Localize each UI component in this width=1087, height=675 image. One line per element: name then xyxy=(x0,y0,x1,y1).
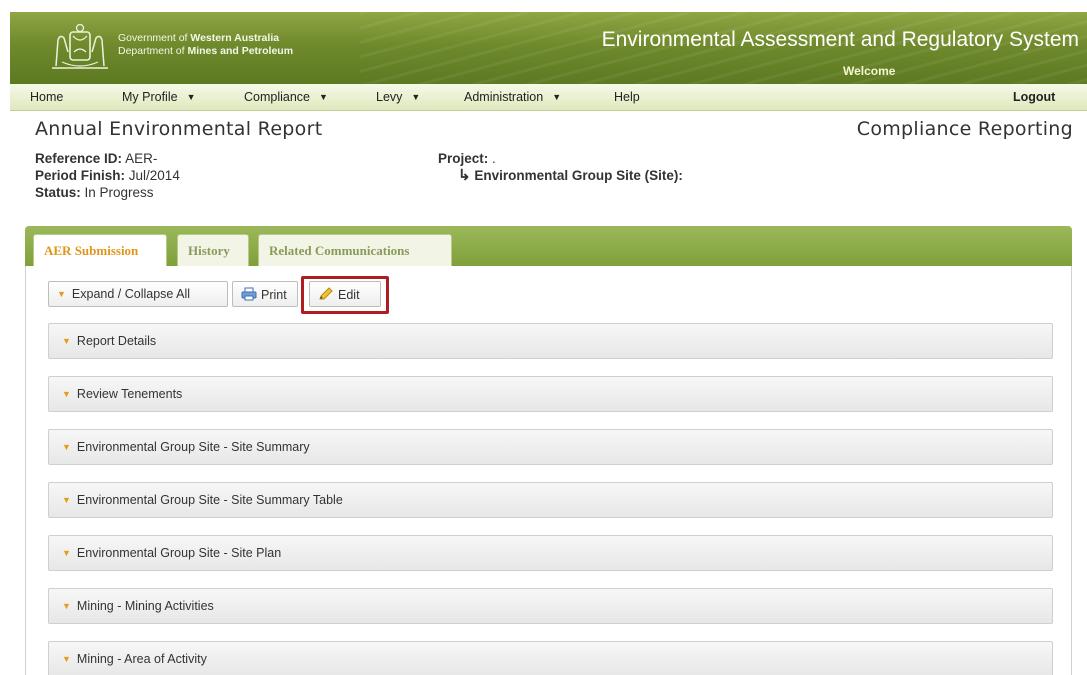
caret-down-icon: ▼ xyxy=(62,548,71,558)
tab-bar: AER Submission History Related Communica… xyxy=(25,226,1072,266)
caret-down-icon: ▼ xyxy=(62,389,71,399)
nav-my-profile[interactable]: My Profile ▼ xyxy=(122,90,196,104)
caret-down-icon: ▼ xyxy=(319,92,328,102)
print-button[interactable]: Print xyxy=(232,281,298,307)
section-mining-activities[interactable]: ▼ Mining - Mining Activities xyxy=(48,588,1053,624)
nav-help[interactable]: Help xyxy=(614,90,640,104)
period-finish: Period Finish: Jul/2014 xyxy=(35,168,180,183)
section-site-summary-table[interactable]: ▼ Environmental Group Site - Site Summary… xyxy=(48,482,1053,518)
system-title: Environmental Assessment and Regulatory … xyxy=(601,28,1079,51)
page-title: Annual Environmental Report xyxy=(35,118,323,140)
expand-collapse-button[interactable]: ▼ Expand / Collapse All xyxy=(48,281,228,307)
main-nav: Home My Profile ▼ Compliance ▼ Levy ▼ Admin… xyxy=(10,84,1087,111)
section-site-summary[interactable]: ▼ Environmental Group Site - Site Summary xyxy=(48,429,1053,465)
caret-down-icon: ▼ xyxy=(62,336,71,346)
tab-related-communications[interactable]: Related Communications xyxy=(258,234,452,266)
printer-icon xyxy=(241,287,257,301)
section-area-of-activity[interactable]: ▼ Mining - Area of Activity xyxy=(48,641,1053,675)
caret-down-icon: ▼ xyxy=(411,92,421,102)
return-arrow-icon: ↳ xyxy=(458,167,471,184)
caret-down-icon: ▼ xyxy=(62,654,71,664)
report-meta: Reference ID: AER- Period Finish: Jul/20… xyxy=(35,150,180,201)
section-report-details[interactable]: ▼ Report Details xyxy=(48,323,1053,359)
header-banner: Government of Western Australia Departme… xyxy=(10,12,1087,84)
welcome-text: Welcome xyxy=(843,64,896,78)
section-title: Compliance Reporting xyxy=(856,118,1073,140)
nav-administration[interactable]: Administration ▼ xyxy=(464,90,561,104)
reference-id: Reference ID: AER- xyxy=(35,151,158,166)
tab-aer-submission[interactable]: AER Submission xyxy=(33,234,167,266)
tab-history[interactable]: History xyxy=(177,234,249,266)
site-line: ↳ Environmental Group Site (Site): xyxy=(458,167,683,184)
section-site-plan[interactable]: ▼ Environmental Group Site - Site Plan xyxy=(48,535,1053,571)
section-review-tenements[interactable]: ▼ Review Tenements xyxy=(48,376,1053,412)
caret-down-icon: ▼ xyxy=(186,92,196,102)
caret-down-icon: ▼ xyxy=(62,442,71,452)
project: Project: . xyxy=(438,151,496,166)
caret-down-icon: ▼ xyxy=(552,92,562,102)
nav-levy[interactable]: Levy ▼ xyxy=(376,90,420,104)
nav-home[interactable]: Home xyxy=(30,90,63,104)
government-title: Government of Western Australia Departme… xyxy=(118,32,294,57)
caret-down-icon: ▼ xyxy=(62,495,71,505)
status: Status: In Progress xyxy=(35,185,154,200)
project-meta: Project: . ↳ Environmental Group Site (S… xyxy=(438,150,683,184)
edit-button-highlight xyxy=(301,276,389,314)
logout-link[interactable]: Logout xyxy=(1013,90,1055,104)
caret-down-icon: ▼ xyxy=(62,601,71,611)
crest-logo xyxy=(52,23,108,69)
nav-compliance[interactable]: Compliance ▼ xyxy=(244,90,328,104)
caret-down-icon: ▼ xyxy=(57,289,66,299)
